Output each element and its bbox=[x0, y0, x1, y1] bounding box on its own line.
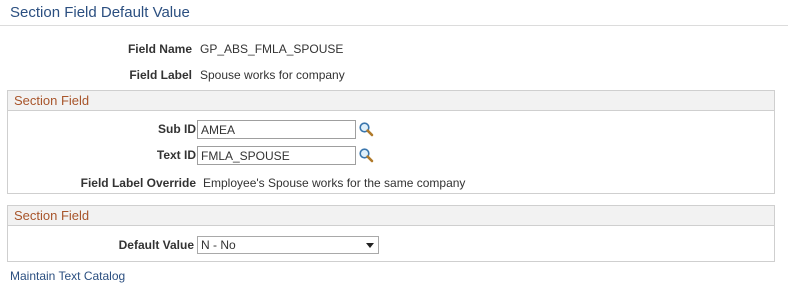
title-divider bbox=[0, 25, 788, 26]
text-id-input[interactable] bbox=[197, 146, 356, 165]
field-label-label: Field Label bbox=[129, 68, 192, 82]
field-label-override-value: Employee's Spouse works for the same com… bbox=[203, 176, 466, 190]
sub-id-input[interactable] bbox=[197, 120, 356, 139]
default-value-label: Default Value bbox=[118, 238, 194, 252]
section-field-header: Section Field bbox=[8, 91, 774, 111]
magnifier-lookup-icon[interactable] bbox=[358, 121, 374, 137]
field-name-value: GP_ABS_FMLA_SPOUSE bbox=[200, 42, 344, 56]
default-value-group-header: Section Field bbox=[8, 206, 774, 226]
maintain-text-catalog-link[interactable]: Maintain Text Catalog bbox=[10, 269, 125, 283]
sub-id-label: Sub ID bbox=[158, 122, 196, 136]
default-value-selected: N - No bbox=[201, 238, 236, 252]
text-id-label: Text ID bbox=[156, 148, 196, 162]
default-value-group: Section Field bbox=[7, 205, 775, 262]
page-title: Section Field Default Value bbox=[10, 4, 190, 21]
default-value-select[interactable]: N - No bbox=[197, 236, 379, 254]
chevron-down-icon bbox=[366, 243, 374, 248]
field-name-label: Field Name bbox=[127, 42, 192, 56]
field-label-override-label: Field Label Override bbox=[80, 176, 196, 190]
magnifier-lookup-icon[interactable] bbox=[358, 147, 374, 163]
field-label-value: Spouse works for company bbox=[200, 68, 345, 82]
